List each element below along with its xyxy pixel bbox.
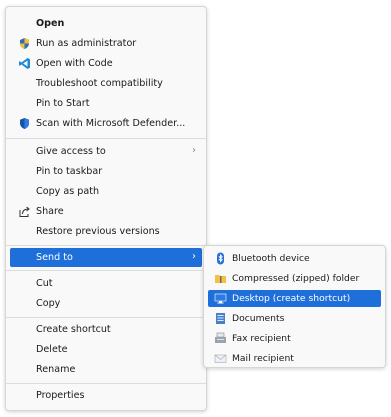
menu-item-label: Troubleshoot compatibility (36, 78, 163, 89)
send-to-submenu: Bluetooth device Compressed (zipped) fol… (203, 245, 386, 368)
chevron-right-icon: › (192, 251, 196, 262)
menu-item-scan-with-defender[interactable]: Scan with Microsoft Defender... (10, 114, 202, 133)
menu-item-label: Open (36, 18, 65, 29)
vscode-icon (18, 57, 31, 70)
menu-item-label: Run as administrator (36, 38, 137, 49)
menu-item-label: Pin to Start (36, 98, 90, 109)
menu-item-label: Create shortcut (36, 324, 111, 335)
menu-item-run-as-admin[interactable]: Run as administrator (10, 34, 202, 53)
menu-item-cut[interactable]: Cut (10, 274, 202, 293)
zip-folder-icon (214, 272, 227, 285)
menu-item-label: Share (36, 206, 64, 217)
menu-item-open-with-code[interactable]: Open with Code (10, 54, 202, 73)
menu-item-troubleshoot-compatibility[interactable]: Troubleshoot compatibility (10, 74, 202, 93)
context-menu: Open Run as administrator Open with Code (5, 6, 207, 411)
submenu-item-desktop-shortcut[interactable]: Desktop (create shortcut) (208, 290, 381, 307)
screen: Open Run as administrator Open with Code (0, 0, 391, 417)
menu-separator (6, 245, 206, 246)
menu-item-open[interactable]: Open (10, 14, 202, 33)
menu-separator (6, 317, 206, 318)
menu-item-send-to[interactable]: Send to › (10, 248, 202, 267)
submenu-item-mail-recipient[interactable]: Mail recipient (208, 350, 381, 367)
menu-item-rename[interactable]: Rename (10, 360, 202, 379)
fax-icon (214, 332, 227, 345)
submenu-item-label: Mail recipient (232, 353, 294, 364)
submenu-item-label: Compressed (zipped) folder (232, 273, 360, 284)
share-icon (18, 205, 31, 218)
menu-item-label: Scan with Microsoft Defender... (36, 118, 186, 129)
submenu-item-label: Documents (232, 313, 285, 324)
chevron-right-icon: › (192, 145, 196, 156)
submenu-item-bluetooth-device[interactable]: Bluetooth device (208, 250, 381, 267)
menu-separator (6, 270, 206, 271)
menu-item-label: Rename (36, 364, 76, 375)
menu-item-label: Open with Code (36, 58, 113, 69)
menu-item-label: Copy as path (36, 186, 100, 197)
menu-item-create-shortcut[interactable]: Create shortcut (10, 320, 202, 339)
menu-item-label: Give access to (36, 146, 106, 157)
menu-item-pin-to-start[interactable]: Pin to Start (10, 94, 202, 113)
submenu-item-documents[interactable]: Documents (208, 310, 381, 327)
submenu-item-fax-recipient[interactable]: Fax recipient (208, 330, 381, 347)
defender-shield-icon (18, 117, 31, 130)
menu-item-pin-to-taskbar[interactable]: Pin to taskbar (10, 162, 202, 181)
menu-item-label: Send to (36, 252, 73, 263)
submenu-item-label: Fax recipient (232, 333, 291, 344)
menu-item-label: Properties (36, 390, 85, 401)
menu-item-give-access-to[interactable]: Give access to › (10, 142, 202, 161)
menu-item-restore-previous-versions[interactable]: Restore previous versions (10, 222, 202, 241)
menu-separator (6, 138, 206, 139)
submenu-item-label: Desktop (create shortcut) (232, 293, 351, 304)
menu-item-copy[interactable]: Copy (10, 294, 202, 313)
menu-separator (6, 383, 206, 384)
bluetooth-icon (214, 252, 227, 265)
documents-icon (214, 312, 227, 325)
shield-icon (18, 37, 31, 50)
menu-item-share[interactable]: Share (10, 202, 202, 221)
submenu-item-compressed-folder[interactable]: Compressed (zipped) folder (208, 270, 381, 287)
menu-item-label: Copy (36, 298, 61, 309)
menu-item-properties[interactable]: Properties (10, 386, 202, 405)
submenu-item-label: Bluetooth device (232, 253, 310, 264)
menu-item-delete[interactable]: Delete (10, 340, 202, 359)
desktop-icon (214, 292, 227, 305)
menu-item-label: Cut (36, 278, 53, 289)
menu-item-label: Restore previous versions (36, 226, 160, 237)
menu-item-copy-as-path[interactable]: Copy as path (10, 182, 202, 201)
menu-item-label: Pin to taskbar (36, 166, 103, 177)
mail-icon (214, 352, 227, 365)
menu-item-label: Delete (36, 344, 68, 355)
